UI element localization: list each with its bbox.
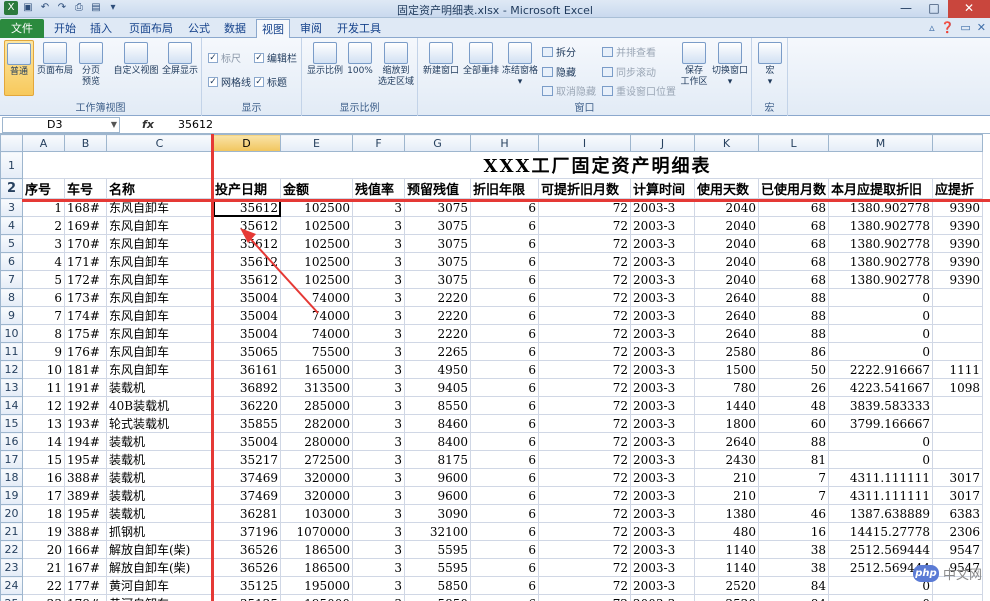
annotation-arrow-icon [240, 228, 319, 314]
watermark-text: 中文网 [942, 568, 982, 583]
php-logo-icon: php [912, 565, 939, 582]
watermark: php 中文网 [912, 564, 982, 583]
